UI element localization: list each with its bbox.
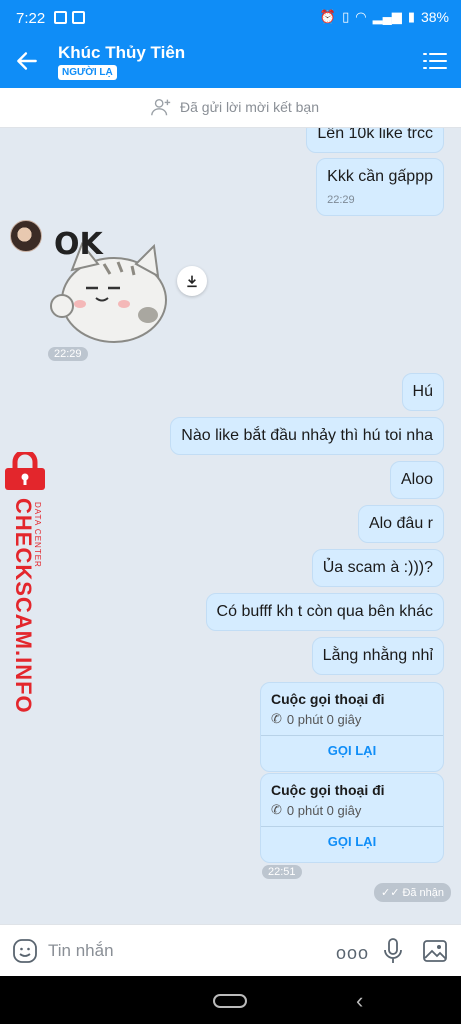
message-text: Có bufff kh t còn qua bên khác [216, 603, 433, 620]
message-text: Kkk cần gấppp [327, 168, 433, 185]
friend-request-bar: Đã gửi lời mời kết bạn [0, 88, 461, 128]
call-back-button[interactable]: GỌI LẠI [261, 834, 443, 849]
wifi-icon: ◠ [355, 9, 367, 24]
call-card[interactable]: Cuộc gọi thoại đi ✆ 0 phút 0 giây GỌI LẠ… [260, 682, 444, 772]
vibrate-icon: ▯ [342, 9, 350, 24]
divider [261, 826, 443, 827]
outgoing-call-icon: ✆ [271, 711, 282, 726]
message-bubble[interactable]: Lên 10k like trcc [306, 128, 444, 153]
outgoing-call-icon: ✆ [271, 802, 282, 817]
battery-level: 38% [420, 9, 449, 25]
message-bubble[interactable]: Có bufff kh t còn qua bên khác [205, 593, 444, 631]
app-notification-icon [54, 11, 67, 24]
microphone-icon[interactable] [382, 937, 404, 965]
watermark: CHECKSCAM.INFO DATA CENTER [0, 452, 52, 714]
received-text: Đã nhận [402, 886, 445, 899]
image-icon[interactable] [422, 938, 448, 964]
message-text: Lên 10k like trcc [317, 128, 433, 142]
back-arrow-icon [17, 52, 37, 70]
menu-button[interactable] [423, 50, 447, 72]
message-list[interactable]: Lên 10k like trcc Kkk cần gấppp 22:29 OK… [0, 128, 461, 924]
watermark-sub: DATA CENTER [33, 502, 42, 568]
call-duration: 0 phút 0 giây [286, 711, 362, 727]
list-menu-icon [423, 53, 447, 69]
message-input[interactable]: Tin nhắn [48, 941, 114, 961]
battery-icon: ▮ [407, 9, 415, 24]
sticker-text: OK [54, 227, 105, 262]
nav-back-button[interactable]: ‹ [356, 988, 363, 1014]
add-friend-icon [151, 98, 171, 116]
chat-header: Khúc Thủy Tiên NGƯỜI LẠ [0, 36, 461, 88]
status-bar: 7:22 ⏰ ▯ ◠ ▂▄▆ ▮ 38% [0, 0, 461, 36]
received-status: ✓✓ Đã nhận [374, 883, 452, 902]
message-bubble[interactable]: Kkk cần gấppp 22:29 [316, 158, 444, 216]
message-bubble[interactable]: Hú [401, 373, 444, 411]
call-duration: 0 phút 0 giây [286, 802, 362, 818]
system-icons: ⏰ ▯ ◠ ▂▄▆ ▮ 38% [320, 9, 449, 25]
notification-icons [54, 11, 85, 24]
message-text: Lằng nhằng nhỉ [322, 647, 433, 664]
message-text: Ủa scam à :)))? [322, 559, 433, 576]
message-text: Alo đâu r [368, 515, 433, 532]
gallery-notification-icon [72, 11, 85, 24]
friend-request-text: Đã gửi lời mời kết bạn [180, 99, 320, 115]
message-bubble[interactable]: Nào like bắt đầu nhảy thì hú toi nha [170, 417, 444, 455]
message-time: 22:29 [327, 194, 355, 206]
download-icon [187, 275, 197, 288]
status-time: 7:22 [16, 10, 46, 27]
message-bubble[interactable]: Alo đâu r [357, 505, 444, 543]
message-bubble[interactable]: Ủa scam à :)))? [311, 549, 444, 587]
message-text: Aloo [400, 471, 433, 488]
emoji-icon[interactable] [12, 938, 38, 964]
call-title: Cuộc gọi thoại đi [271, 782, 385, 798]
download-button[interactable] [177, 266, 207, 296]
signal-icon: ▂▄▆ [372, 9, 402, 24]
message-time: 22:29 [48, 347, 88, 361]
more-button[interactable]: ooo [336, 943, 369, 964]
input-bar: Tin nhắn ooo [0, 924, 461, 976]
alarm-icon: ⏰ [319, 9, 337, 24]
ok-cat-sticker[interactable]: OK [48, 220, 172, 344]
call-detail: ✆ 0 phút 0 giây [271, 711, 361, 727]
call-card[interactable]: Cuộc gọi thoại đi ✆ 0 phút 0 giây GỌI LẠ… [260, 773, 444, 863]
divider [261, 735, 443, 736]
call-detail: ✆ 0 phút 0 giây [271, 802, 361, 818]
system-nav-bar: ‹ [0, 976, 461, 1024]
message-time: 22:51 [262, 865, 302, 879]
message-text: Nào like bắt đầu nhảy thì hú toi nha [181, 427, 433, 444]
back-button[interactable] [14, 48, 44, 76]
double-check-icon: ✓✓ [381, 887, 400, 899]
contact-name[interactable]: Khúc Thủy Tiên [58, 43, 185, 63]
stranger-badge: NGƯỜI LẠ [58, 65, 117, 80]
message-text: Hú [412, 383, 433, 400]
lock-icon [5, 452, 45, 490]
message-bubble[interactable]: Lằng nhằng nhỉ [311, 637, 444, 675]
contact-avatar[interactable] [10, 220, 42, 252]
call-title: Cuộc gọi thoại đi [271, 691, 385, 707]
message-bubble[interactable]: Aloo [389, 461, 444, 499]
home-button[interactable] [213, 994, 247, 1008]
call-back-button[interactable]: GỌI LẠI [261, 743, 443, 758]
